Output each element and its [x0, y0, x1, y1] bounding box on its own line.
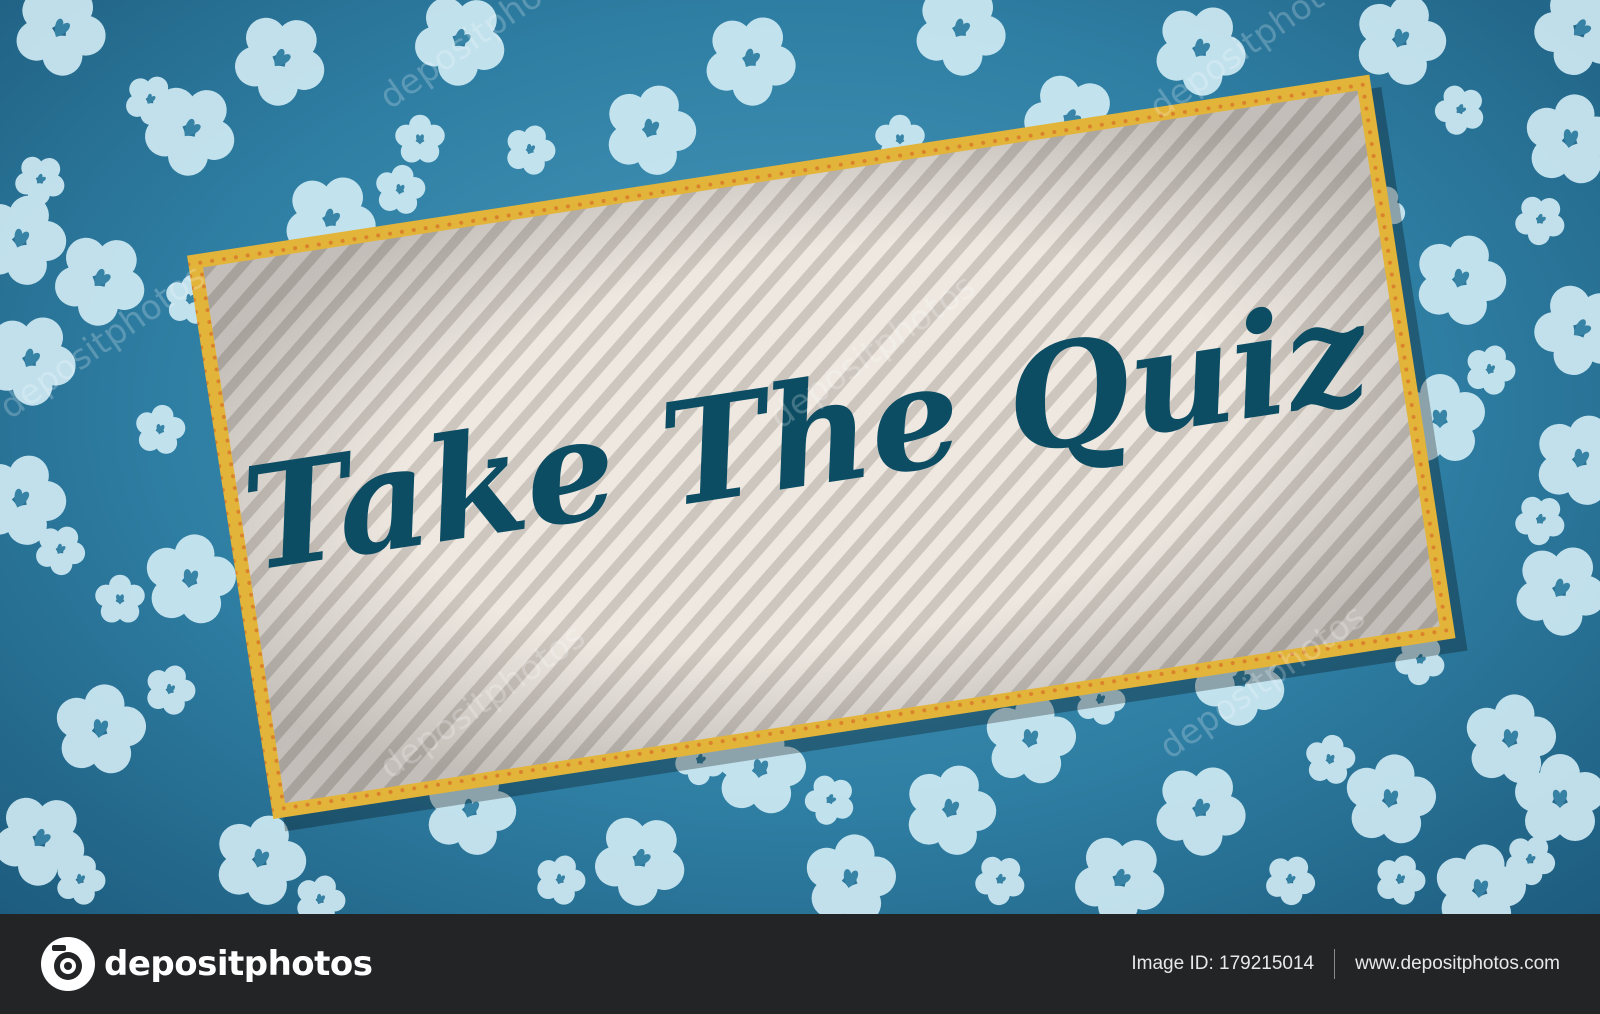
image-meta: Image ID: 179215014 www.depositphotos.co… — [1131, 949, 1560, 979]
watermark-text: depositphotos — [372, 0, 592, 117]
depositphotos-logo[interactable]: depositphotos — [40, 936, 373, 992]
divider — [1334, 949, 1336, 979]
image-canvas: Take The Quiz depositphotos depositphoto… — [0, 0, 1600, 914]
watermark-text: depositphotos — [0, 256, 213, 427]
site-url[interactable]: www.depositphotos.com — [1355, 953, 1560, 975]
watermark-text: depositphotos — [1142, 0, 1362, 127]
watermark-text: depositphotos — [1152, 596, 1372, 767]
footer-bar: depositphotos Image ID: 179215014 www.de… — [0, 914, 1600, 1014]
brand-name: depositphotos — [104, 944, 373, 984]
image-id: Image ID: 179215014 — [1131, 953, 1315, 974]
watermark-layer: depositphotos depositphotos depositphoto… — [0, 0, 1373, 787]
watermark-text: depositphotos — [372, 616, 592, 787]
camera-icon — [41, 937, 95, 991]
watermark-text: depositphotos — [762, 266, 982, 437]
